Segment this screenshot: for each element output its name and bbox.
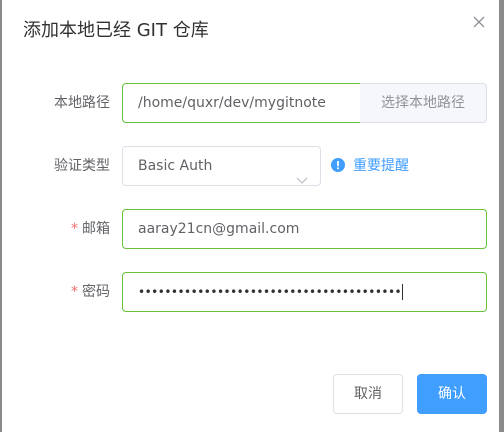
password-label: 密码 — [82, 284, 110, 300]
backdrop-edge-left — [0, 0, 2, 432]
email-input[interactable]: aaray21cn@gmail.com — [122, 209, 487, 249]
backdrop-edge-right — [499, 0, 504, 432]
email-label-wrap: * 邮箱 — [20, 219, 110, 239]
close-icon[interactable] — [470, 13, 488, 31]
add-local-git-repo-dialog: 添加本地已经 GIT 仓库 本地路径 /home/quxr/dev/mygitn… — [0, 0, 504, 432]
required-mark: * — [71, 284, 78, 300]
text-caret — [402, 284, 404, 300]
local-path-label: 本地路径 — [54, 95, 110, 111]
required-mark: * — [71, 221, 78, 237]
auth-type-selected-value: Basic Auth — [138, 158, 213, 174]
auth-type-label: 验证类型 — [54, 158, 110, 174]
password-label-wrap: * 密码 — [20, 282, 110, 302]
email-label: 邮箱 — [82, 221, 110, 237]
info-circle-icon — [331, 157, 345, 176]
confirm-button[interactable]: 确认 — [417, 374, 487, 414]
local-path-input[interactable]: /home/quxr/dev/mygitnote — [122, 83, 361, 123]
password-input[interactable]: •••••••••••••••••••••••••••••••••••••••• — [122, 272, 487, 312]
important-notice-label: 重要提醒 — [353, 158, 409, 174]
choose-local-path-button[interactable]: 选择本地路径 — [360, 83, 487, 123]
dialog-title: 添加本地已经 GIT 仓库 — [23, 20, 209, 41]
cancel-button[interactable]: 取消 — [333, 374, 403, 414]
password-masked-value: •••••••••••••••••••••••••••••••••••••••• — [138, 285, 402, 299]
important-notice-link[interactable]: 重要提醒 — [331, 156, 409, 176]
auth-type-select[interactable]: Basic Auth — [122, 146, 321, 186]
chevron-down-icon — [296, 162, 308, 200]
